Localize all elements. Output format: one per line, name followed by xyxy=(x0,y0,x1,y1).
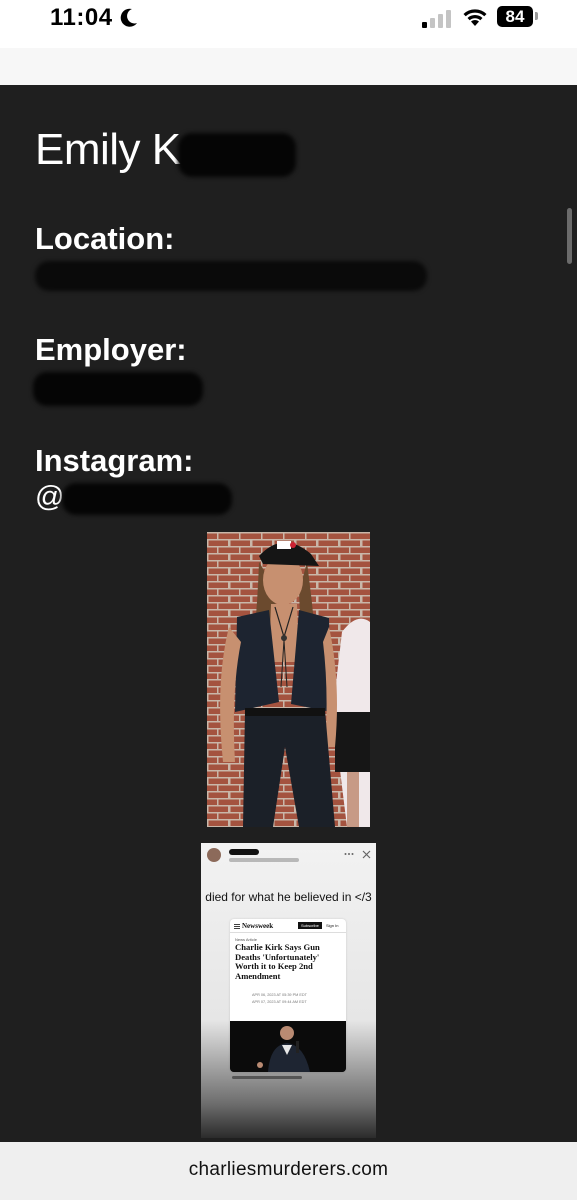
article-updated-date: APR 07, 2023 AT 09:44 AM EDT xyxy=(252,1000,307,1004)
article-photo xyxy=(230,1021,346,1072)
menu-icon xyxy=(234,924,240,929)
more-icon[interactable] xyxy=(344,851,354,857)
profile-photo xyxy=(207,532,370,827)
cellular-signal-icon xyxy=(422,10,451,28)
redaction-instagram xyxy=(62,483,232,515)
instagram-handle-prefix: @ xyxy=(35,481,65,513)
status-bar: 11:04 84 xyxy=(0,0,577,48)
url-text[interactable]: charliesmurderers.com xyxy=(0,1159,577,1181)
scrollbar[interactable] xyxy=(567,208,572,264)
profile-name: Emily K xyxy=(35,125,181,174)
moon-icon xyxy=(120,8,137,27)
status-time: 11:04 xyxy=(50,4,113,31)
redaction-employer xyxy=(33,372,203,406)
redaction-name xyxy=(178,133,296,177)
story-header xyxy=(207,848,299,862)
article-published-date: APR 06, 2023 AT 05:39 PM EDT xyxy=(252,993,307,997)
page-content[interactable]: Emily K Location: Employer: Instagram: @ xyxy=(0,85,577,1142)
wifi-icon xyxy=(463,9,487,26)
news-article-card: Newsweek Subscribe Sign In News Article … xyxy=(230,919,346,1072)
article-photo-image xyxy=(230,1021,346,1072)
story-caption: died for what he believed in </3 xyxy=(205,890,372,904)
profile-photo-image xyxy=(207,532,370,827)
battery-tip xyxy=(535,12,538,20)
browser-top-strip xyxy=(0,48,577,85)
location-label: Location: xyxy=(35,221,175,256)
newsweek-header: Newsweek Subscribe Sign In xyxy=(230,919,346,933)
newsweek-logo: Newsweek xyxy=(242,922,274,930)
story-screenshot: died for what he believed in </3 Newswee… xyxy=(201,843,376,1138)
story-credit xyxy=(232,1076,302,1079)
sign-in-link: Sign In xyxy=(326,923,339,928)
browser-url-bar[interactable]: charliesmurderers.com xyxy=(0,1142,577,1200)
redaction-location xyxy=(35,261,427,291)
battery-icon: 84 xyxy=(497,6,533,27)
subscribe-button: Subscribe xyxy=(298,922,322,929)
employer-label: Employer: xyxy=(35,332,187,367)
article-headline: Charlie Kirk Says Gun Deaths 'Unfortunat… xyxy=(235,942,320,981)
close-icon[interactable] xyxy=(362,850,371,859)
instagram-label: Instagram: xyxy=(35,443,194,478)
